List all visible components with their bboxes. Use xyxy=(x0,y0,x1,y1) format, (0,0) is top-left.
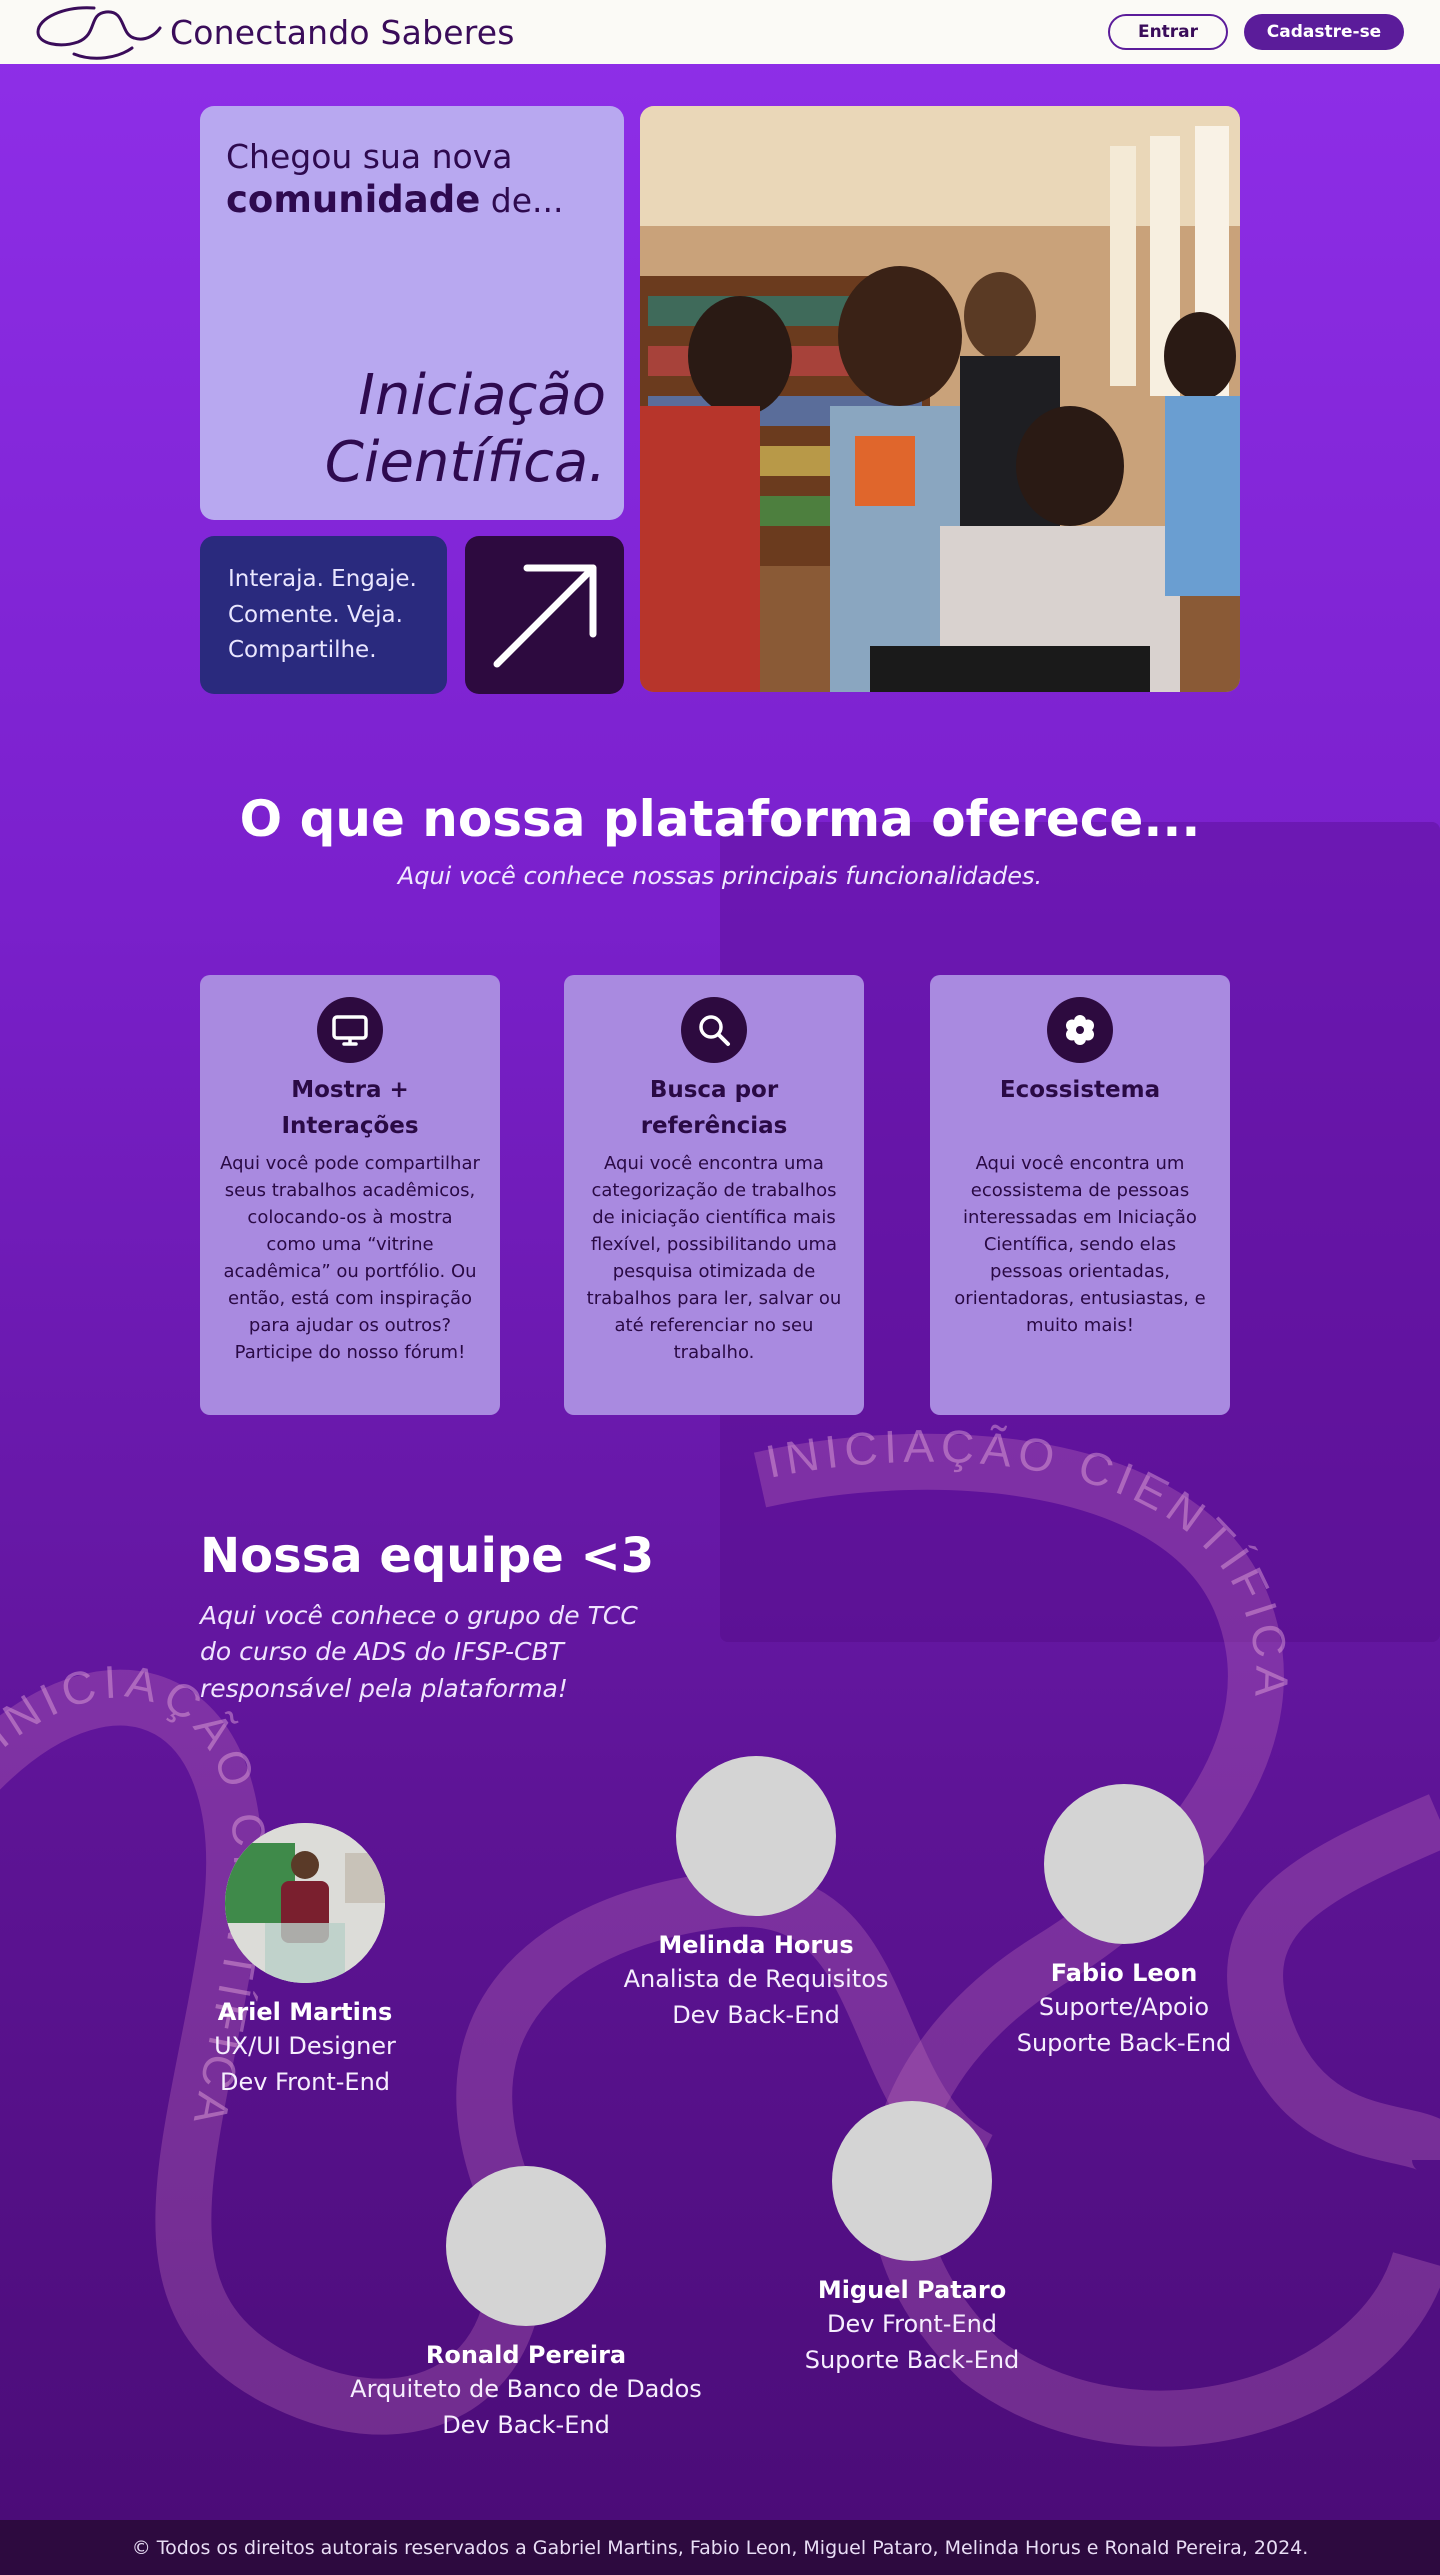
feature-text: Aqui você encontra um ecossistema de pes… xyxy=(954,1153,1206,1336)
students-library-photo xyxy=(640,106,1240,692)
member-role: Arquiteto de Banco de Dados xyxy=(350,2375,702,2404)
svg-text:INICIAÇÃO CIENTÍFICA: INICIAÇÃO CIENTÍFICA xyxy=(762,1420,1299,1704)
member-role: Suporte/Apoio xyxy=(1038,1993,1210,2022)
tagline-card: Interaja. Engaje. Comente. Veja. Compart… xyxy=(200,536,447,694)
hero-card: Chegou sua nova comunidade de... Iniciaç… xyxy=(200,106,624,520)
team-member-fabio[interactable]: Fabio Leon Suporte/Apoio Suporte Back-En… xyxy=(914,1784,1334,2061)
member-name: Fabio Leon xyxy=(1050,1959,1198,1987)
feature-title: Busca por referências xyxy=(640,1077,788,1139)
logo-icon[interactable] xyxy=(34,4,162,62)
flower-icon xyxy=(1047,997,1113,1063)
hero-lead-rest: de... xyxy=(480,181,564,221)
member-role: Dev Front-End xyxy=(219,2068,391,2097)
tagline-line: Interaja. Engaje. xyxy=(228,566,417,592)
member-name: Melinda Horus xyxy=(658,1931,854,1959)
feature-card-ecosystem[interactable]: Ecossistema Aqui você encontra um ecossi… xyxy=(930,975,1230,1415)
member-role: Dev Back-End xyxy=(442,2411,610,2440)
copyright-text: © Todos os direitos autorais reservados … xyxy=(131,2536,1309,2559)
member-role: UX/UI Designer xyxy=(214,2032,396,2061)
site-header: Conectando Saberes Entrar Cadastre-se xyxy=(0,0,1440,64)
member-role: Analista de Requisitos xyxy=(623,1965,889,1994)
tagline-line: Comente. Veja. xyxy=(228,601,403,628)
feature-text: Aqui você pode compartilhar seus trabalh… xyxy=(220,1153,480,1363)
team-member-ariel[interactable]: Ariel Martins UX/UI Designer Dev Front-E… xyxy=(95,1823,515,2100)
member-name: Miguel Pataro xyxy=(817,2276,1007,2304)
search-icon xyxy=(681,997,747,1063)
avatar xyxy=(832,2101,992,2261)
feature-card-showcase[interactable]: Mostra + Interações Aqui você pode compa… xyxy=(200,975,500,1415)
feature-title: Mostra + Interações xyxy=(281,1077,419,1139)
avatar xyxy=(676,1756,836,1916)
team-member-melinda[interactable]: Melinda Horus Analista de Requisitos Dev… xyxy=(546,1756,966,2033)
member-role: Dev Back-End xyxy=(672,2001,840,2030)
team-member-miguel[interactable]: Miguel Pataro Dev Front-End Suporte Back… xyxy=(702,2101,1122,2378)
team-subtitle: Aqui você conhece o grupo de TCC do curs… xyxy=(200,1601,638,1703)
features-title: O que nossa plataforma oferece... xyxy=(239,790,1201,848)
feature-card-search[interactable]: Busca por referências Aqui você encontra… xyxy=(564,975,864,1415)
login-button[interactable]: Entrar xyxy=(1108,14,1228,50)
member-role: Dev Front-End xyxy=(826,2310,998,2339)
feature-text: Aqui você encontra uma categorização de … xyxy=(586,1153,842,1363)
hero-title: Iniciação Científica. xyxy=(325,362,606,496)
avatar xyxy=(446,2166,606,2326)
brand-name[interactable]: Conectando Saberes xyxy=(170,13,515,52)
avatar xyxy=(1044,1784,1204,1944)
member-name: Ariel Martins xyxy=(217,1998,393,2026)
signup-button[interactable]: Cadastre-se xyxy=(1244,14,1404,50)
decor-text-b: INICIAÇÃO CIENTÍFICA xyxy=(762,1420,1299,1704)
monitor-icon xyxy=(317,997,383,1063)
hero-lead: Chegou sua nova comunidade de... xyxy=(226,136,564,224)
feature-title: Ecossistema xyxy=(999,1077,1161,1103)
hero-title-line1: Iniciação xyxy=(358,363,606,428)
team-title: Nossa equipe <3 xyxy=(200,1528,655,1584)
hero-lead-line1: Chegou sua nova xyxy=(226,137,513,176)
hero-lead-bold: comunidade xyxy=(226,178,481,222)
site-footer: © Todos os direitos autorais reservados … xyxy=(0,2520,1440,2575)
features-subtitle: Aqui você conhece nossas principais func… xyxy=(397,862,1043,890)
member-role: Suporte Back-End xyxy=(1016,2029,1232,2058)
avatar xyxy=(225,1823,385,1983)
tagline-line: Compartilhe. xyxy=(228,637,377,664)
arrow-card[interactable] xyxy=(465,536,624,694)
arrow-up-right-icon xyxy=(493,564,597,668)
member-role: Suporte Back-End xyxy=(804,2346,1020,2375)
hero-title-line2: Científica. xyxy=(324,430,606,496)
team-member-ronald[interactable]: Ronald Pereira Arquiteto de Banco de Dad… xyxy=(316,2166,736,2443)
member-name: Ronald Pereira xyxy=(425,2341,627,2369)
